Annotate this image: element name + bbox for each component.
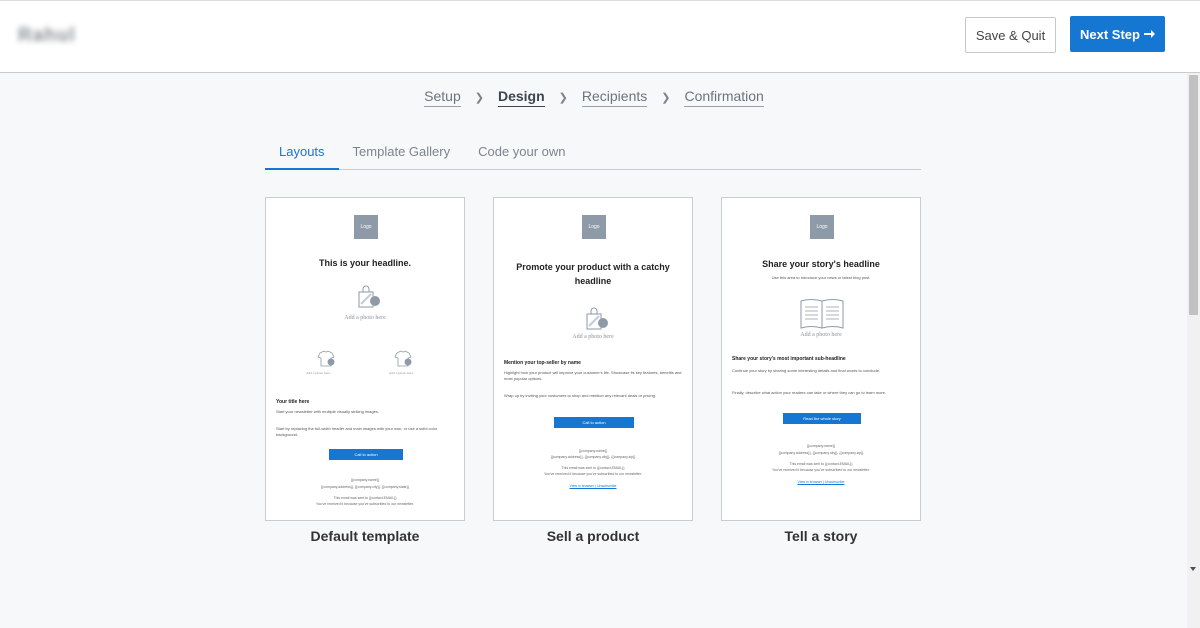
shopping-bag-icon xyxy=(586,307,608,330)
preview-company-name: {{company.name}} xyxy=(806,444,836,448)
next-step-button[interactable]: Next Step xyxy=(1070,16,1165,52)
preview-subtitle: Mention your top-seller by name xyxy=(504,360,581,366)
breadcrumb-step-setup[interactable]: Setup xyxy=(424,88,461,107)
preview-sent-to: This email was sent to {{contact.EMAIL}} xyxy=(561,466,625,470)
preview-company-name: {{company.name}} xyxy=(350,478,380,482)
logo-placeholder: Logo xyxy=(810,215,834,239)
preview-subtitle: Your title here xyxy=(276,399,310,405)
preview-headline: Promote your product with a catchy headl… xyxy=(516,262,670,286)
card-title-sell-product[interactable]: Sell a product xyxy=(493,528,693,544)
arrow-right-icon xyxy=(1143,30,1155,38)
top-header: Rahul Save & Quit Next Step xyxy=(0,0,1200,73)
breadcrumb-step-recipients[interactable]: Recipients xyxy=(581,88,648,107)
tab-layouts[interactable]: Layouts xyxy=(265,140,339,170)
preview-company-name: {{company.name}} xyxy=(578,449,608,453)
preview-cta-button: Call to action xyxy=(554,417,634,428)
template-card-sell-product[interactable]: Logo Promote your product with a catchy … xyxy=(493,197,693,521)
preview-cta-button: Call to action xyxy=(329,449,403,460)
chevron-right-icon: ❯ xyxy=(558,92,568,104)
tshirt-icon xyxy=(317,350,335,367)
vertical-scrollbar[interactable] xyxy=(1187,73,1200,628)
preview-headline: This is your headline. xyxy=(318,258,412,268)
tshirt-icon xyxy=(394,350,412,367)
tab-code-your-own[interactable]: Code your own xyxy=(464,140,579,170)
preview-body-text: Wrap up by inviting your customers to sh… xyxy=(504,393,657,398)
card-title-tell-story[interactable]: Tell a story xyxy=(721,528,921,544)
breadcrumb-step-design[interactable]: Design xyxy=(497,88,545,107)
preview-body-text: Finally, describe what action your reade… xyxy=(732,390,887,395)
preview-subtitle: Share your story's most important sub-he… xyxy=(732,356,846,362)
template-tabs: Layouts Template Gallery Code your own xyxy=(265,140,921,170)
scroll-down-icon[interactable] xyxy=(1190,567,1196,571)
preview-cta-button: Read the whole story xyxy=(783,413,861,424)
chevron-right-icon: ❯ xyxy=(661,92,671,104)
preview-links: View in browser | Unsubscribe xyxy=(569,484,617,488)
scroll-thumb[interactable] xyxy=(1189,75,1198,315)
preview-reason: You've received it because you've subscr… xyxy=(772,468,870,472)
breadcrumb: Setup ❯ Design ❯ Recipients ❯ Confirmati… xyxy=(0,88,1188,107)
card-title-default-template[interactable]: Default template xyxy=(265,528,465,544)
logo-placeholder: Logo xyxy=(582,215,606,239)
open-book-icon xyxy=(800,299,844,329)
next-step-label: Next Step xyxy=(1080,26,1140,42)
shopping-bag-icon xyxy=(358,285,380,308)
photo-placeholder-label: Add a photo here xyxy=(572,334,614,340)
preview-sent-to: This email was sent to {{contact.EMAIL}} xyxy=(333,496,397,500)
preview-sent-to: This email was sent to {{contact.EMAIL}} xyxy=(789,462,853,466)
logo-placeholder: Logo xyxy=(354,215,378,239)
save-quit-button[interactable]: Save & Quit xyxy=(965,17,1056,53)
preview-intro: Use this area to introduce your news or … xyxy=(771,275,871,280)
preview-company-address: {{company.address}}, {{company.city}}, {… xyxy=(321,485,409,489)
preview-company-address: {{company.address}}, {{company.city}}, {… xyxy=(550,455,636,459)
chevron-right-icon: ❯ xyxy=(474,92,484,104)
preview-body-text: Continue your story by sharing some inte… xyxy=(732,368,881,373)
preview-links: View in browser | Unsubscribe xyxy=(797,480,845,484)
preview-company-address: {{company.address}}, {{company.city}}, {… xyxy=(778,451,864,455)
preview-body-text: Start your newsletter with multiple visu… xyxy=(276,409,379,414)
template-card-default[interactable]: Logo This is your headline. Add a photo … xyxy=(265,197,465,521)
preview-body-text: Start by replacing the full-width header… xyxy=(276,426,438,437)
breadcrumb-step-confirmation[interactable]: Confirmation xyxy=(684,88,764,107)
template-card-tell-story[interactable]: Logo Share your story's headline Use thi… xyxy=(721,197,921,521)
preview-body-text: Highlight how your product will improve … xyxy=(504,370,682,381)
small-photo-label: Add a photo here xyxy=(306,371,331,375)
username: Rahul xyxy=(18,25,76,46)
preview-reason: You've received it because you've subscr… xyxy=(544,472,642,476)
small-photo-label: Add a photo here xyxy=(389,371,414,375)
preview-reason: You've received it because you've subscr… xyxy=(316,502,414,506)
photo-placeholder-label: Add a photo here xyxy=(800,332,842,338)
tab-template-gallery[interactable]: Template Gallery xyxy=(339,140,465,170)
photo-placeholder-label: Add a photo here xyxy=(344,315,386,321)
preview-headline: Share your story's headline xyxy=(762,259,880,269)
